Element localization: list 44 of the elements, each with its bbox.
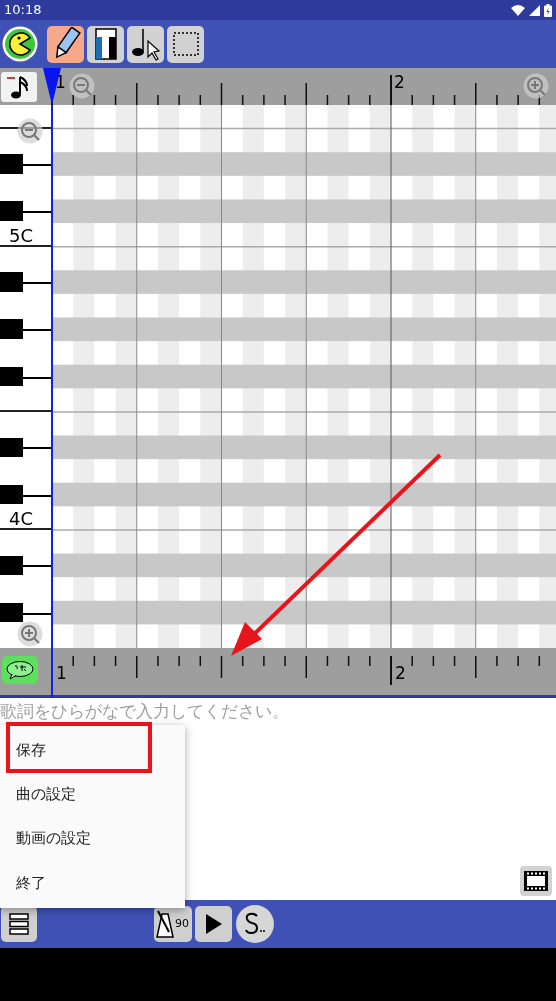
tempo-button[interactable]: 90 bbox=[154, 906, 192, 942]
metronome-icon bbox=[156, 910, 174, 938]
note-width-button[interactable] bbox=[1, 72, 37, 102]
tool-button[interactable] bbox=[87, 25, 124, 63]
sharp-key[interactable] bbox=[0, 319, 23, 340]
measure-number: 2 bbox=[394, 74, 405, 91]
video-button[interactable] bbox=[520, 866, 552, 896]
play-icon bbox=[205, 914, 222, 934]
sharp-key[interactable] bbox=[0, 437, 23, 458]
eraser-icon bbox=[94, 28, 117, 60]
selection-icon bbox=[172, 32, 199, 56]
play-button[interactable] bbox=[195, 906, 232, 942]
menu-item[interactable]: 保存 bbox=[16, 738, 46, 762]
menu-item[interactable]: 動画の設定 bbox=[16, 827, 91, 850]
zoom-out-icon[interactable] bbox=[69, 73, 95, 99]
sharp-key[interactable] bbox=[0, 201, 23, 222]
speech-bubble-icon bbox=[5, 660, 35, 680]
sharp-key[interactable] bbox=[0, 602, 23, 623]
clock-time: 10:18 bbox=[4, 1, 42, 20]
sharp-key[interactable] bbox=[0, 484, 23, 505]
tool-button[interactable] bbox=[167, 25, 204, 63]
battery-icon bbox=[544, 3, 552, 17]
lyrics-button[interactable] bbox=[2, 656, 38, 684]
menu-item[interactable]: 曲の設定 bbox=[16, 783, 76, 806]
solo-button[interactable] bbox=[236, 905, 274, 943]
octave-label: 4C bbox=[9, 509, 34, 528]
s-letter-icon bbox=[244, 912, 266, 936]
sharp-key[interactable] bbox=[0, 555, 23, 576]
octave-label: 5C bbox=[9, 226, 34, 245]
menu-button[interactable] bbox=[1, 906, 37, 942]
note-pointer-icon bbox=[130, 27, 161, 61]
signal-icon bbox=[529, 4, 540, 16]
pacman-icon[interactable] bbox=[2, 26, 38, 62]
sharp-key[interactable] bbox=[0, 366, 23, 387]
film-icon bbox=[524, 871, 548, 891]
zoom-out-icon[interactable] bbox=[17, 118, 43, 144]
tool-button[interactable] bbox=[47, 25, 84, 63]
tool-button[interactable] bbox=[127, 25, 164, 63]
zoom-in-icon[interactable] bbox=[17, 621, 43, 647]
menu-icon bbox=[9, 913, 29, 935]
measure-number: 2 bbox=[395, 665, 406, 682]
measure-number: 1 bbox=[56, 665, 67, 682]
menu-item[interactable]: 終了 bbox=[16, 871, 46, 895]
wifi-icon bbox=[511, 4, 525, 16]
